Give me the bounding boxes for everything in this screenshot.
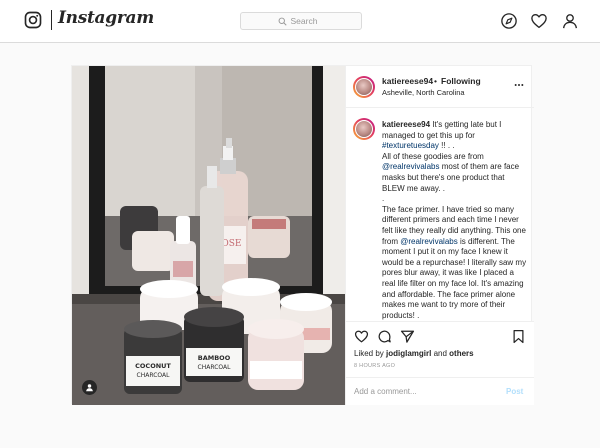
- jar-label-charcoal-2: CHARCOAL: [198, 364, 232, 371]
- post-timestamp[interactable]: 8 HOURS AGO: [354, 363, 395, 369]
- jar-label-bamboo: BAMBOO: [198, 354, 231, 362]
- liked-by-user[interactable]: jodiglamgirl: [386, 349, 431, 358]
- post-actions: Liked by jodiglamgirl and others 8 HOURS…: [346, 321, 534, 405]
- author-username[interactable]: katiereese94: [382, 76, 433, 86]
- instagram-wordmark[interactable]: Instagram: [58, 8, 154, 28]
- comment-input[interactable]: [354, 387, 484, 396]
- activity-heart-icon[interactable]: [530, 12, 548, 30]
- post-photo[interactable]: ROSE COCONUT CHARCOAL BAMBOO CHARCOAL: [72, 66, 345, 405]
- likes-others-link[interactable]: others: [449, 349, 473, 358]
- separator-dot: •: [434, 76, 437, 86]
- caption-text-goodies: All of these goodies are from: [382, 151, 484, 161]
- post-sidebar: katiereese94 • Following Asheville, Nort…: [345, 66, 534, 405]
- save-bookmark-icon[interactable]: [511, 329, 526, 344]
- caption-text-review: is different. The moment I put it on my …: [382, 236, 527, 320]
- top-navigation-bar: Instagram: [0, 0, 600, 43]
- caption-text-punct: !! . .: [438, 141, 455, 151]
- caption-avatar[interactable]: [353, 118, 375, 140]
- nav-divider: [51, 10, 52, 30]
- jar-label-coconut: COCONUT: [135, 362, 171, 370]
- likes-prefix: Liked by: [354, 349, 387, 358]
- profile-person-icon[interactable]: [561, 12, 579, 30]
- instagram-logo-icon[interactable]: [24, 11, 42, 29]
- tagged-users-icon[interactable]: [82, 380, 97, 395]
- like-heart-icon[interactable]: [354, 329, 369, 344]
- more-options-icon[interactable]: [514, 80, 524, 90]
- likes-and: and: [431, 349, 450, 358]
- mention-link[interactable]: @realrevivalabs: [382, 162, 439, 171]
- share-send-icon[interactable]: [400, 329, 415, 344]
- post-comment-button[interactable]: Post: [506, 387, 523, 396]
- caption-username[interactable]: katiereese94: [382, 120, 430, 129]
- likes-summary: Liked by jodiglamgirl and others: [354, 349, 474, 358]
- explore-compass-icon[interactable]: [500, 12, 518, 30]
- skincare-products-illustration: ROSE COCONUT CHARCOAL BAMBOO CHARCOAL: [72, 66, 345, 405]
- hashtag-link[interactable]: #texturetuesday: [382, 141, 439, 150]
- jar-label-charcoal-1: CHARCOAL: [137, 372, 171, 379]
- following-button[interactable]: Following: [441, 76, 481, 86]
- search-icon: [278, 17, 287, 26]
- caption-text: katiereese94 It's getting late but I man…: [382, 120, 528, 321]
- post-card: ROSE COCONUT CHARCOAL BAMBOO CHARCOAL ka…: [71, 65, 534, 405]
- post-header: katiereese94 • Following Asheville, Nort…: [346, 66, 534, 108]
- caption-text-dot: .: [382, 194, 385, 204]
- mention-link[interactable]: @realrevivalabs: [400, 237, 457, 246]
- search-box[interactable]: [240, 12, 362, 30]
- search-input[interactable]: [290, 16, 325, 26]
- author-avatar[interactable]: [353, 76, 375, 98]
- comment-bubble-icon[interactable]: [377, 329, 392, 344]
- add-comment-row: Post: [346, 377, 534, 406]
- post-location[interactable]: Asheville, North Carolina: [382, 88, 465, 97]
